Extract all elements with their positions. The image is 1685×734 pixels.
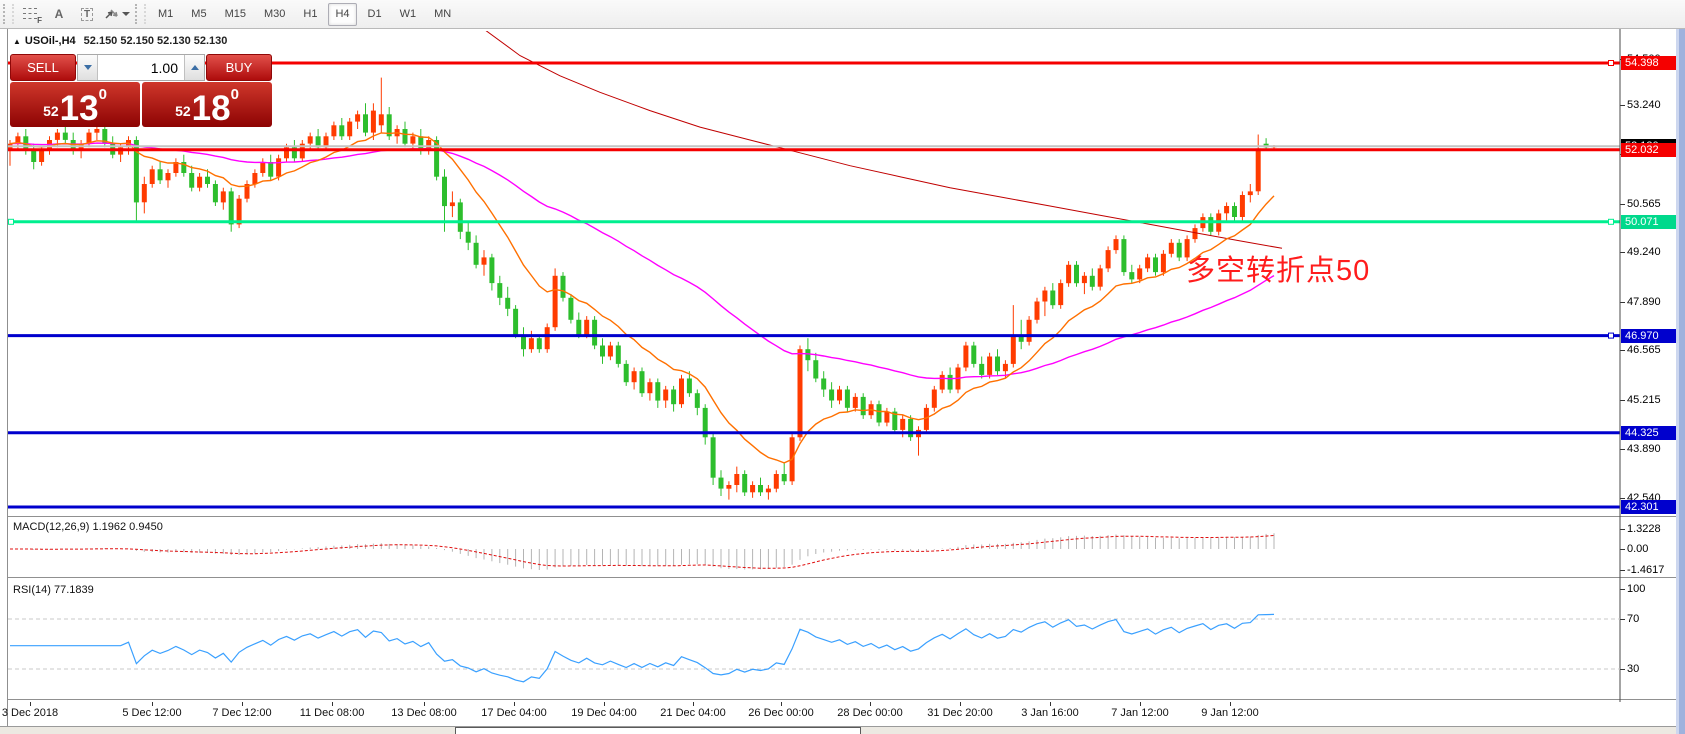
ask-integer: 52 bbox=[175, 103, 191, 119]
volume-input[interactable] bbox=[98, 55, 184, 80]
symbol-triangle-icon: ▲ bbox=[13, 37, 21, 46]
rsi-pane bbox=[8, 614, 1620, 681]
bid-integer: 52 bbox=[43, 103, 59, 119]
sell-price-button[interactable]: 52130 bbox=[10, 82, 140, 127]
bid-decimals: 13 bbox=[60, 95, 99, 124]
ohlc-values: 52.150 52.150 52.130 52.130 bbox=[84, 35, 228, 47]
volume-control bbox=[77, 54, 205, 81]
sell-button[interactable]: SELL bbox=[10, 54, 76, 81]
spinner-down-icon bbox=[84, 65, 92, 70]
chinese-annotation-text[interactable]: 多空转折点50 bbox=[1186, 247, 1370, 289]
ask-decimals: 18 bbox=[192, 95, 231, 124]
volume-increase-button[interactable] bbox=[184, 55, 204, 80]
macd-label: MACD(12,26,9) 1.1962 0.9450 bbox=[13, 521, 163, 533]
symbol-label: USOil-,H4 bbox=[25, 35, 76, 47]
chart-title: ▲ USOil-,H4 52.150 52.150 52.130 52.130 bbox=[13, 35, 227, 47]
bid-point: 0 bbox=[99, 86, 107, 103]
one-click-trade-panel: SELL BUY 52130 52180 bbox=[10, 54, 272, 127]
buy-button[interactable]: BUY bbox=[206, 54, 272, 81]
rsi-label: RSI(14) 77.1839 bbox=[13, 584, 94, 596]
macd-pane bbox=[10, 533, 1274, 570]
mt4-application: F A T M1M5M15M30H1H4D1W1MN ▲USOil-,H452.… bbox=[0, 0, 1685, 734]
ask-point: 0 bbox=[231, 86, 239, 103]
volume-decrease-button[interactable] bbox=[78, 55, 98, 80]
spinner-up-icon bbox=[191, 65, 199, 70]
buy-price-button[interactable]: 52180 bbox=[142, 82, 272, 127]
